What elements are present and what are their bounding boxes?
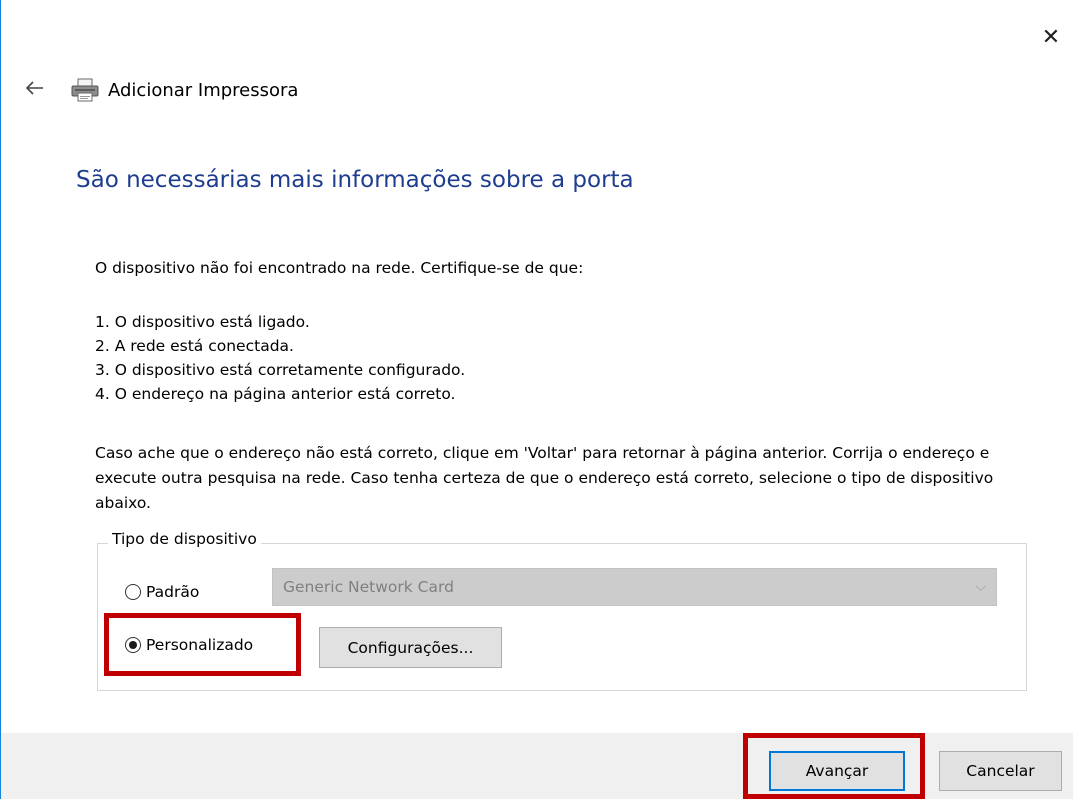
close-icon: ✕ [1041, 24, 1061, 50]
page-heading: São necessárias mais informações sobre a… [76, 167, 634, 193]
radio-standard[interactable]: Padrão [125, 583, 199, 601]
checklist-item: 1. O dispositivo está ligado. [95, 313, 310, 331]
radio-custom[interactable]: Personalizado [125, 636, 253, 654]
checklist: 1. O dispositivo está ligado. 2. A rede … [95, 310, 465, 406]
close-button[interactable]: ✕ [1036, 22, 1066, 52]
footer-bar [1, 733, 1073, 799]
checklist-item: 3. O dispositivo está corretamente confi… [95, 361, 466, 379]
device-type-group [97, 543, 1027, 691]
back-arrow-icon [25, 81, 43, 95]
radio-standard-label: Padrão [146, 583, 200, 601]
standard-device-select: Generic Network Card ⌵ [272, 568, 997, 606]
device-type-legend: Tipo de dispositivo [108, 530, 261, 548]
radio-custom-label: Personalizado [146, 636, 254, 654]
cancel-button[interactable]: Cancelar [939, 751, 1062, 791]
next-button[interactable]: Avançar [769, 751, 905, 791]
chevron-down-icon: ⌵ [975, 579, 986, 595]
checklist-item: 4. O endereço na página anterior está co… [95, 385, 456, 403]
wizard-title: Adicionar Impressora [108, 80, 299, 101]
standard-device-select-value: Generic Network Card [283, 578, 454, 596]
radio-standard-button[interactable] [125, 584, 141, 600]
settings-button[interactable]: Configurações... [319, 627, 502, 668]
checklist-item: 2. A rede está conectada. [95, 337, 294, 355]
radio-custom-button[interactable] [125, 637, 141, 653]
intro-text: O dispositivo não foi encontrado na rede… [95, 259, 584, 277]
printer-icon [71, 78, 99, 102]
back-button[interactable] [20, 76, 48, 100]
instruction-paragraph: Caso ache que o endereço não está corret… [95, 444, 994, 512]
